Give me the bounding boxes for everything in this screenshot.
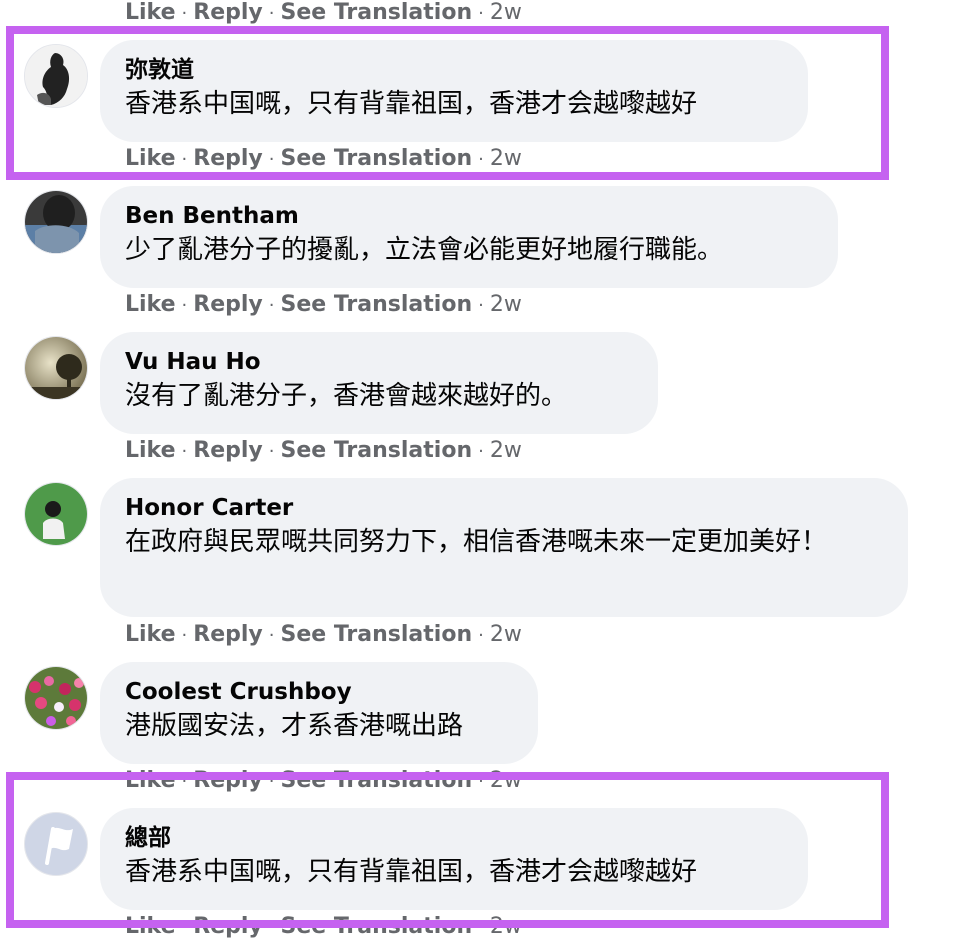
flowers-photo-icon bbox=[25, 667, 87, 729]
comment-bubble: Ben Bentham 少了亂港分子的擾亂，立法會必能更好地履行職能。 bbox=[100, 186, 838, 288]
comment-author[interactable]: Ben Bentham bbox=[125, 200, 812, 232]
reply-button[interactable]: Reply bbox=[193, 146, 263, 171]
reply-button[interactable]: Reply bbox=[193, 914, 263, 939]
person-green-photo-icon bbox=[25, 483, 87, 545]
reply-button[interactable]: Reply bbox=[193, 622, 263, 647]
comment-text: 在政府與民眾嘅共同努力下，相信香港嘅未來一定更加美好！ bbox=[125, 527, 828, 557]
comment-text: 香港系中国嘅，只有背靠祖国，香港才会越嚟越好 bbox=[125, 89, 698, 119]
avatar[interactable] bbox=[24, 666, 88, 730]
tree-photo-icon bbox=[25, 337, 87, 399]
comment-actions: Like · Reply · See Translation · 2w bbox=[125, 766, 522, 796]
see-translation-button[interactable]: See Translation bbox=[281, 768, 473, 793]
separator: · bbox=[478, 149, 484, 170]
like-button[interactable]: Like bbox=[125, 768, 176, 793]
separator: · bbox=[478, 295, 484, 316]
separator: · bbox=[268, 771, 275, 792]
separator: · bbox=[478, 3, 484, 24]
comment-text: 港版國安法，才系香港嘅出路 bbox=[125, 711, 464, 741]
comment-author[interactable]: Honor Carter bbox=[125, 492, 882, 524]
comment-bubble: 總部 香港系中国嘅，只有背靠祖国，香港才会越嚟越好 bbox=[100, 808, 808, 910]
separator: · bbox=[268, 917, 275, 938]
comment-actions: Like · Reply · See Translation · 2w bbox=[125, 436, 522, 466]
like-button[interactable]: Like bbox=[125, 146, 176, 171]
separator: · bbox=[268, 441, 275, 462]
see-translation-button[interactable]: See Translation bbox=[281, 146, 473, 171]
separator: · bbox=[181, 917, 188, 938]
separator: · bbox=[268, 625, 275, 646]
reply-button[interactable]: Reply bbox=[193, 768, 263, 793]
separator: · bbox=[478, 625, 484, 646]
reply-button[interactable]: Reply bbox=[193, 0, 263, 25]
comment-author[interactable]: Coolest Crushboy bbox=[125, 676, 512, 708]
separator: · bbox=[478, 917, 484, 938]
comment-actions: Like · Reply · See Translation · 2w bbox=[125, 620, 522, 650]
silhouette-icon bbox=[25, 45, 87, 107]
like-button[interactable]: Like bbox=[125, 292, 176, 317]
see-translation-button[interactable]: See Translation bbox=[281, 0, 473, 25]
separator: · bbox=[181, 625, 188, 646]
separator: · bbox=[478, 441, 484, 462]
avatar[interactable] bbox=[24, 44, 88, 108]
avatar[interactable] bbox=[24, 482, 88, 546]
see-translation-button[interactable]: See Translation bbox=[281, 438, 473, 463]
comment-bubble: Coolest Crushboy 港版國安法，才系香港嘅出路 bbox=[100, 662, 538, 764]
separator: · bbox=[181, 149, 188, 170]
comment-bubble: Honor Carter 在政府與民眾嘅共同努力下，相信香港嘅未來一定更加美好！ bbox=[100, 478, 908, 617]
comment-author[interactable]: 弥敦道 bbox=[125, 54, 782, 86]
separator: · bbox=[268, 3, 275, 24]
timestamp[interactable]: 2w bbox=[490, 768, 522, 793]
flag-icon bbox=[25, 813, 87, 875]
timestamp[interactable]: 2w bbox=[490, 438, 522, 463]
comment-actions: Like · Reply · See Translation · 2w bbox=[125, 290, 522, 320]
see-translation-button[interactable]: See Translation bbox=[281, 292, 473, 317]
separator: · bbox=[268, 295, 275, 316]
see-translation-button[interactable]: See Translation bbox=[281, 622, 473, 647]
comment-actions: Like · Reply · See Translation · 2w bbox=[125, 912, 522, 942]
avatar[interactable] bbox=[24, 336, 88, 400]
separator: · bbox=[181, 3, 188, 24]
timestamp[interactable]: 2w bbox=[490, 622, 522, 647]
like-button[interactable]: Like bbox=[125, 914, 176, 939]
like-button[interactable]: Like bbox=[125, 0, 176, 25]
separator: · bbox=[478, 771, 484, 792]
timestamp[interactable]: 2w bbox=[490, 914, 522, 939]
separator: · bbox=[181, 295, 188, 316]
timestamp[interactable]: 2w bbox=[490, 146, 522, 171]
comment-bubble: Vu Hau Ho 沒有了亂港分子，香港會越來越好的。 bbox=[100, 332, 658, 434]
comment-actions-top: Like · Reply · See Translation · 2w bbox=[125, 0, 522, 28]
avatar[interactable] bbox=[24, 190, 88, 254]
like-button[interactable]: Like bbox=[125, 438, 176, 463]
reply-button[interactable]: Reply bbox=[193, 438, 263, 463]
comment-author[interactable]: Vu Hau Ho bbox=[125, 346, 632, 378]
reply-button[interactable]: Reply bbox=[193, 292, 263, 317]
comment-bubble: 弥敦道 香港系中国嘅，只有背靠祖国，香港才会越嚟越好 bbox=[100, 40, 808, 142]
timestamp[interactable]: 2w bbox=[490, 292, 522, 317]
comment-text: 香港系中国嘅，只有背靠祖国，香港才会越嚟越好 bbox=[125, 857, 698, 887]
see-translation-button[interactable]: See Translation bbox=[281, 914, 473, 939]
person-photo-icon bbox=[25, 191, 87, 253]
comment-actions: Like · Reply · See Translation · 2w bbox=[125, 144, 522, 174]
avatar[interactable] bbox=[24, 812, 88, 876]
separator: · bbox=[181, 441, 188, 462]
like-button[interactable]: Like bbox=[125, 622, 176, 647]
comment-text: 沒有了亂港分子，香港會越來越好的。 bbox=[125, 381, 568, 411]
comment-author[interactable]: 總部 bbox=[125, 822, 782, 854]
separator: · bbox=[181, 771, 188, 792]
comment-text: 少了亂港分子的擾亂，立法會必能更好地履行職能。 bbox=[125, 235, 724, 265]
separator: · bbox=[268, 149, 275, 170]
timestamp[interactable]: 2w bbox=[490, 0, 522, 25]
